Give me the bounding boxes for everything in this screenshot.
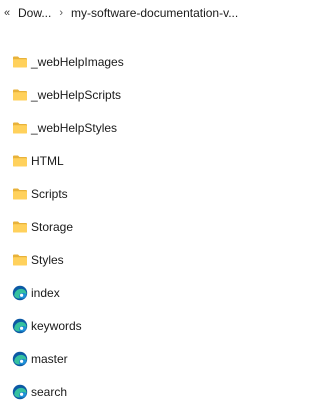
edge-browser-icon — [12, 285, 28, 300]
folder-item[interactable]: Scripts — [0, 177, 256, 210]
edge-browser-icon — [12, 384, 28, 399]
item-label: HTML — [31, 153, 64, 168]
folder-icon — [13, 89, 27, 100]
breadcrumb-segment-current[interactable]: my-software-documentation-v... — [71, 6, 238, 20]
item-label: _webHelpImages — [31, 54, 124, 69]
file-item[interactable]: master — [0, 342, 256, 375]
item-label: Storage — [31, 219, 74, 234]
chevron-double-left-icon[interactable]: « — [4, 7, 14, 19]
item-label: index — [31, 285, 60, 300]
folder-icon — [13, 221, 27, 232]
file-item[interactable]: index — [0, 276, 256, 309]
item-label: master — [31, 351, 68, 366]
folder-icon — [13, 254, 27, 265]
item-label: Styles — [31, 252, 64, 267]
folder-icon — [13, 56, 27, 67]
folder-icon — [13, 122, 27, 133]
folder-item[interactable]: Storage — [0, 210, 256, 243]
file-item[interactable]: keywords — [0, 309, 256, 342]
breadcrumb-segment-downloads[interactable]: Dow... — [18, 6, 51, 20]
edge-browser-icon — [12, 351, 28, 366]
item-label: _webHelpScripts — [31, 87, 122, 102]
item-label: keywords — [31, 318, 82, 333]
folder-item[interactable]: _webHelpStyles — [0, 111, 256, 144]
item-label: _webHelpStyles — [31, 120, 118, 135]
item-label: Scripts — [31, 186, 68, 201]
edge-browser-icon — [12, 318, 28, 333]
folder-icon — [13, 188, 27, 199]
file-list: _webHelpImages _webHelpScripts _webHelpS… — [0, 45, 256, 408]
folder-item[interactable]: _webHelpImages — [0, 45, 256, 78]
folder-item[interactable]: _webHelpScripts — [0, 78, 256, 111]
breadcrumb: « Dow... › my-software-documentation-v..… — [0, 0, 256, 26]
folder-item[interactable]: Styles — [0, 243, 256, 276]
item-label: search — [31, 384, 68, 399]
file-item[interactable]: search — [0, 375, 256, 408]
folder-icon — [13, 155, 27, 166]
folder-item[interactable]: HTML — [0, 144, 256, 177]
chevron-right-icon[interactable]: › — [59, 7, 63, 19]
